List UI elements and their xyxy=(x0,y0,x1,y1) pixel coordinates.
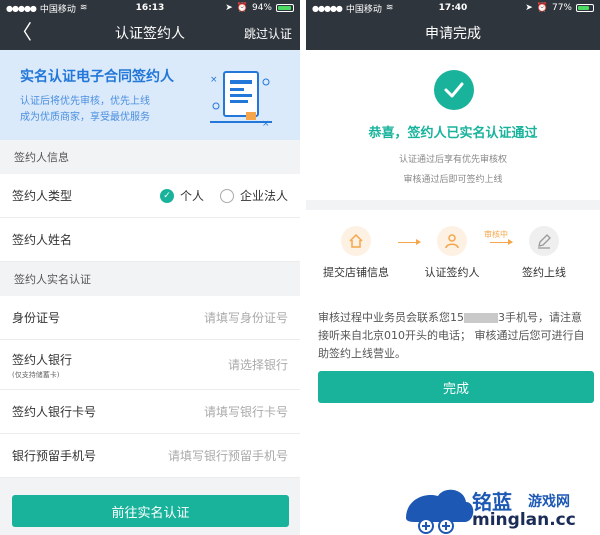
location-icon: ➤ xyxy=(225,3,233,13)
alarm-icon: ⏰ xyxy=(536,3,548,13)
right-screen: ●●●●● 中国移动 ≋ 17:40 ➤ ⏰ 77% 申请完成 恭喜，签约人已实… xyxy=(306,0,600,535)
signer-info-header: 签约人信息 xyxy=(14,151,69,164)
success-line-2: 审核通过后即可签约上线 xyxy=(403,175,503,185)
svg-text:×: × xyxy=(262,119,270,129)
card-number-row[interactable]: 签约人银行卡号 请填写银行卡号 xyxy=(0,390,300,434)
top-bar: ●●●●● 中国移动 ≋ 17:40 ➤ ⏰ 77% 申请完成 xyxy=(306,0,600,50)
card-number-label: 签约人银行卡号 xyxy=(12,405,97,419)
step-submit-store: 提交店铺信息 xyxy=(316,226,396,280)
check-icon: ✓ xyxy=(159,188,174,203)
skip-auth-button[interactable]: 跳过认证 xyxy=(244,25,292,42)
watermark-url: minglan.cc xyxy=(472,510,576,530)
edit-icon xyxy=(529,226,559,256)
status-bar: ●●●●● 中国移动 ≋ 17:40 ➤ ⏰ 77% xyxy=(306,0,600,16)
id-number-label: 身份证号 xyxy=(12,311,61,325)
step-3-label: 签约上线 xyxy=(522,266,566,279)
phone-label: 银行预留手机号 xyxy=(12,449,97,463)
info-part-1: 审核过程中业务员会联系您15 xyxy=(318,311,464,324)
bank-note: (仅支持储蓄卡) xyxy=(12,371,60,379)
step-sign-online: 签约上线 xyxy=(504,226,584,280)
done-button[interactable]: 完成 xyxy=(318,371,594,403)
wifi-icon: ≋ xyxy=(79,3,88,13)
radio-corporate[interactable]: 企业法人 xyxy=(219,187,288,204)
user-icon xyxy=(437,226,467,256)
divider xyxy=(306,200,600,210)
step-1-label: 提交店铺信息 xyxy=(323,266,389,279)
signal-icon: ●●●●● xyxy=(6,3,37,13)
radio-personal-label: 个人 xyxy=(179,189,204,203)
carrier-label: 中国移动 xyxy=(345,4,382,15)
signer-type-label: 签约人类型 xyxy=(12,189,73,203)
step-2-label: 认证签约人 xyxy=(424,266,480,279)
id-number-input[interactable]: 请填写身份证号 xyxy=(204,309,288,326)
carrier-label: 中国移动 xyxy=(39,4,76,15)
signer-name-row[interactable]: 签约人姓名 xyxy=(0,218,300,262)
success-line-1: 认证通过后享有优先审核权 xyxy=(398,155,507,165)
phone-row[interactable]: 银行预留手机号 请填写银行预留手机号 xyxy=(0,434,300,478)
success-title: 恭喜，签约人已实名认证通过 xyxy=(368,126,538,141)
wifi-icon: ≋ xyxy=(385,3,394,13)
nav-bar: 〈 认证签约人 跳过认证 xyxy=(0,16,300,50)
bank-select[interactable]: 请选择银行 xyxy=(228,356,288,373)
go-verify-button[interactable]: 前往实名认证 xyxy=(12,495,289,527)
phone-input[interactable]: 请填写银行预留手机号 xyxy=(168,447,288,464)
home-icon xyxy=(341,226,371,256)
verification-header: 签约人实名认证 xyxy=(14,273,91,286)
nav-bar: 申请完成 xyxy=(306,16,600,50)
bank-label: 签约人银行 xyxy=(12,353,73,367)
document-illustration-icon: × × xyxy=(210,71,272,129)
battery-percent: 77% xyxy=(551,3,572,13)
back-arrow-icon[interactable]: 〈 xyxy=(12,21,32,43)
promo-banner: 实名认证电子合同签约人 认证后将优先审核，优先上线 成为优质商家，享受最优服务 … xyxy=(0,50,300,140)
page-title: 申请完成 xyxy=(425,26,481,42)
signer-name-label: 签约人姓名 xyxy=(12,233,73,247)
id-number-row[interactable]: 身份证号 请填写身份证号 xyxy=(0,296,300,340)
location-icon: ➤ xyxy=(525,3,533,13)
radio-empty-icon xyxy=(219,188,234,203)
radio-personal[interactable]: ✓ 个人 xyxy=(159,187,204,204)
page-title: 认证签约人 xyxy=(115,26,185,42)
svg-text:×: × xyxy=(210,75,218,85)
step-verify-signer: 认证签约人 xyxy=(412,226,492,280)
bank-row[interactable]: 签约人银行 (仅支持储蓄卡) 请选择银行 xyxy=(0,340,300,390)
watermark-sub: 游戏网 xyxy=(528,494,570,510)
signal-icon: ●●●●● xyxy=(312,3,343,13)
success-check-icon xyxy=(434,70,474,110)
card-number-input[interactable]: 请填写银行卡号 xyxy=(204,403,288,420)
review-info-text: 审核过程中业务员会联系您15 3手机号，请注意接听来自北京010开头的电话； 审核… xyxy=(318,309,590,363)
top-bar: ●●●●● 中国移动 ≋ 16:13 ➤ ⏰ 94% 〈 认证签约人 跳过认证 xyxy=(0,0,300,50)
progress-steps: 提交店铺信息 认证签约人 审核中 签约上线 xyxy=(306,226,600,286)
radio-corporate-label: 企业法人 xyxy=(239,189,288,203)
battery-icon xyxy=(576,4,594,12)
battery-icon xyxy=(276,4,294,12)
battery-percent: 94% xyxy=(251,3,272,13)
left-screen: ●●●●● 中国移动 ≋ 16:13 ➤ ⏰ 94% 〈 认证签约人 跳过认证 … xyxy=(0,0,300,535)
status-bar: ●●●●● 中国移动 ≋ 16:13 ➤ ⏰ 94% xyxy=(0,0,300,16)
redacted-phone xyxy=(464,313,498,323)
alarm-icon: ⏰ xyxy=(236,3,248,13)
signer-type-row: 签约人类型 ✓ 个人 企业法人 xyxy=(0,174,300,218)
